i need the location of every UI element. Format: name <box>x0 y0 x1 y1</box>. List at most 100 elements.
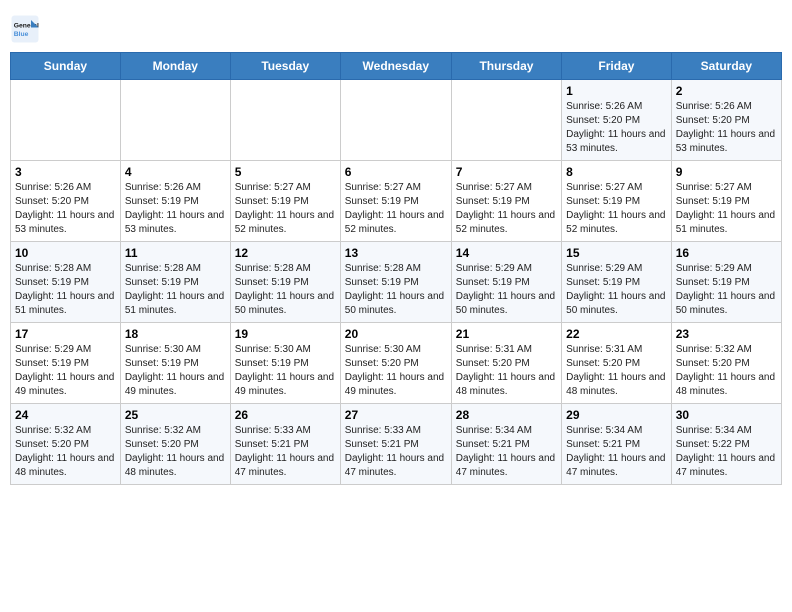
day-cell: 4 Sunrise: 5:26 AM Sunset: 5:19 PM Daylig… <box>120 161 230 242</box>
day-info: Sunrise: 5:27 AM Sunset: 5:19 PM Dayligh… <box>566 181 667 237</box>
day-info: Sunrise: 5:29 AM Sunset: 5:19 PM Dayligh… <box>456 262 557 318</box>
day-info: Sunrise: 5:31 AM Sunset: 5:20 PM Dayligh… <box>566 343 667 399</box>
day-cell <box>340 80 451 161</box>
day-info: Sunrise: 5:26 AM Sunset: 5:20 PM Dayligh… <box>15 181 116 237</box>
day-info: Sunrise: 5:28 AM Sunset: 5:19 PM Dayligh… <box>345 262 447 318</box>
day-cell: 25 Sunrise: 5:32 AM Sunset: 5:20 PM Dayli… <box>120 404 230 485</box>
day-cell: 28 Sunrise: 5:34 AM Sunset: 5:21 PM Dayli… <box>451 404 561 485</box>
day-info: Sunrise: 5:27 AM Sunset: 5:19 PM Dayligh… <box>345 181 447 237</box>
calendar-header-row: SundayMondayTuesdayWednesdayThursdayFrid… <box>11 53 782 80</box>
day-info: Sunrise: 5:28 AM Sunset: 5:19 PM Dayligh… <box>125 262 226 318</box>
day-number: 4 <box>125 165 226 179</box>
day-number: 29 <box>566 408 667 422</box>
day-info: Sunrise: 5:31 AM Sunset: 5:20 PM Dayligh… <box>456 343 557 399</box>
svg-text:Blue: Blue <box>14 31 29 38</box>
day-cell: 27 Sunrise: 5:33 AM Sunset: 5:21 PM Dayli… <box>340 404 451 485</box>
day-cell <box>120 80 230 161</box>
week-row-2: 3 Sunrise: 5:26 AM Sunset: 5:20 PM Daylig… <box>11 161 782 242</box>
day-number: 5 <box>235 165 336 179</box>
day-info: Sunrise: 5:30 AM Sunset: 5:20 PM Dayligh… <box>345 343 447 399</box>
day-info: Sunrise: 5:32 AM Sunset: 5:20 PM Dayligh… <box>676 343 777 399</box>
day-cell: 26 Sunrise: 5:33 AM Sunset: 5:21 PM Dayli… <box>230 404 340 485</box>
day-cell: 30 Sunrise: 5:34 AM Sunset: 5:22 PM Dayli… <box>671 404 781 485</box>
page-header: General Blue <box>10 10 782 44</box>
day-cell: 18 Sunrise: 5:30 AM Sunset: 5:19 PM Dayli… <box>120 323 230 404</box>
day-cell: 12Sunrise: 5:28 AM Sunset: 5:19 PM Dayli… <box>230 242 340 323</box>
day-number: 26 <box>235 408 336 422</box>
day-info: Sunrise: 5:34 AM Sunset: 5:21 PM Dayligh… <box>456 424 557 480</box>
day-cell: 5Sunrise: 5:27 AM Sunset: 5:19 PM Daylig… <box>230 161 340 242</box>
day-cell: 10 Sunrise: 5:28 AM Sunset: 5:19 PM Dayli… <box>11 242 121 323</box>
column-header-wednesday: Wednesday <box>340 53 451 80</box>
day-number: 20 <box>345 327 447 341</box>
day-number: 30 <box>676 408 777 422</box>
week-row-3: 10 Sunrise: 5:28 AM Sunset: 5:19 PM Dayli… <box>11 242 782 323</box>
week-row-5: 24Sunrise: 5:32 AM Sunset: 5:20 PM Dayli… <box>11 404 782 485</box>
day-info: Sunrise: 5:33 AM Sunset: 5:21 PM Dayligh… <box>345 424 447 480</box>
day-cell: 3 Sunrise: 5:26 AM Sunset: 5:20 PM Daylig… <box>11 161 121 242</box>
day-info: Sunrise: 5:34 AM Sunset: 5:22 PM Dayligh… <box>676 424 777 480</box>
day-cell: 8 Sunrise: 5:27 AM Sunset: 5:19 PM Daylig… <box>562 161 672 242</box>
day-info: Sunrise: 5:29 AM Sunset: 5:19 PM Dayligh… <box>676 262 777 318</box>
day-number: 8 <box>566 165 667 179</box>
week-row-1: 1 Sunrise: 5:26 AM Sunset: 5:20 PM Daylig… <box>11 80 782 161</box>
day-number: 16 <box>676 246 777 260</box>
day-info: Sunrise: 5:34 AM Sunset: 5:21 PM Dayligh… <box>566 424 667 480</box>
day-info: Sunrise: 5:29 AM Sunset: 5:19 PM Dayligh… <box>15 343 116 399</box>
day-number: 22 <box>566 327 667 341</box>
day-cell: 7 Sunrise: 5:27 AM Sunset: 5:19 PM Daylig… <box>451 161 561 242</box>
day-number: 19 <box>235 327 336 341</box>
logo-icon: General Blue <box>10 14 40 44</box>
column-header-tuesday: Tuesday <box>230 53 340 80</box>
day-info: Sunrise: 5:29 AM Sunset: 5:19 PM Dayligh… <box>566 262 667 318</box>
day-info: Sunrise: 5:30 AM Sunset: 5:19 PM Dayligh… <box>125 343 226 399</box>
day-number: 21 <box>456 327 557 341</box>
day-cell: 19 Sunrise: 5:30 AM Sunset: 5:19 PM Dayli… <box>230 323 340 404</box>
day-info: Sunrise: 5:26 AM Sunset: 5:19 PM Dayligh… <box>125 181 226 237</box>
day-number: 1 <box>566 84 667 98</box>
day-number: 11 <box>125 246 226 260</box>
day-number: 2 <box>676 84 777 98</box>
day-cell: 21 Sunrise: 5:31 AM Sunset: 5:20 PM Dayli… <box>451 323 561 404</box>
day-info: Sunrise: 5:26 AM Sunset: 5:20 PM Dayligh… <box>676 100 777 156</box>
day-cell: 14 Sunrise: 5:29 AM Sunset: 5:19 PM Dayli… <box>451 242 561 323</box>
day-cell: 16 Sunrise: 5:29 AM Sunset: 5:19 PM Dayli… <box>671 242 781 323</box>
day-number: 6 <box>345 165 447 179</box>
day-number: 27 <box>345 408 447 422</box>
day-number: 23 <box>676 327 777 341</box>
day-cell: 11 Sunrise: 5:28 AM Sunset: 5:19 PM Dayli… <box>120 242 230 323</box>
day-info: Sunrise: 5:32 AM Sunset: 5:20 PM Dayligh… <box>125 424 226 480</box>
column-header-friday: Friday <box>562 53 672 80</box>
day-cell <box>230 80 340 161</box>
day-cell: 23 Sunrise: 5:32 AM Sunset: 5:20 PM Dayli… <box>671 323 781 404</box>
calendar-table: SundayMondayTuesdayWednesdayThursdayFrid… <box>10 52 782 485</box>
day-cell <box>11 80 121 161</box>
day-cell: 22 Sunrise: 5:31 AM Sunset: 5:20 PM Dayli… <box>562 323 672 404</box>
day-cell: 1Sunrise: 5:26 AM Sunset: 5:20 PM Daylig… <box>562 80 672 161</box>
day-info: Sunrise: 5:32 AM Sunset: 5:20 PM Dayligh… <box>15 424 116 480</box>
day-info: Sunrise: 5:28 AM Sunset: 5:19 PM Dayligh… <box>235 262 336 318</box>
day-number: 28 <box>456 408 557 422</box>
day-cell: 29 Sunrise: 5:34 AM Sunset: 5:21 PM Dayli… <box>562 404 672 485</box>
day-cell: 24Sunrise: 5:32 AM Sunset: 5:20 PM Dayli… <box>11 404 121 485</box>
logo: General Blue <box>10 14 40 44</box>
day-number: 3 <box>15 165 116 179</box>
day-cell: 13 Sunrise: 5:28 AM Sunset: 5:19 PM Dayli… <box>340 242 451 323</box>
day-info: Sunrise: 5:30 AM Sunset: 5:19 PM Dayligh… <box>235 343 336 399</box>
day-number: 9 <box>676 165 777 179</box>
day-cell: 20 Sunrise: 5:30 AM Sunset: 5:20 PM Dayli… <box>340 323 451 404</box>
day-number: 18 <box>125 327 226 341</box>
day-number: 13 <box>345 246 447 260</box>
day-cell <box>451 80 561 161</box>
day-cell: 6 Sunrise: 5:27 AM Sunset: 5:19 PM Daylig… <box>340 161 451 242</box>
column-header-sunday: Sunday <box>11 53 121 80</box>
day-number: 10 <box>15 246 116 260</box>
day-info: Sunrise: 5:33 AM Sunset: 5:21 PM Dayligh… <box>235 424 336 480</box>
day-info: Sunrise: 5:28 AM Sunset: 5:19 PM Dayligh… <box>15 262 116 318</box>
day-number: 14 <box>456 246 557 260</box>
day-number: 7 <box>456 165 557 179</box>
column-header-monday: Monday <box>120 53 230 80</box>
day-number: 25 <box>125 408 226 422</box>
day-cell: 17Sunrise: 5:29 AM Sunset: 5:19 PM Dayli… <box>11 323 121 404</box>
day-info: Sunrise: 5:27 AM Sunset: 5:19 PM Dayligh… <box>456 181 557 237</box>
